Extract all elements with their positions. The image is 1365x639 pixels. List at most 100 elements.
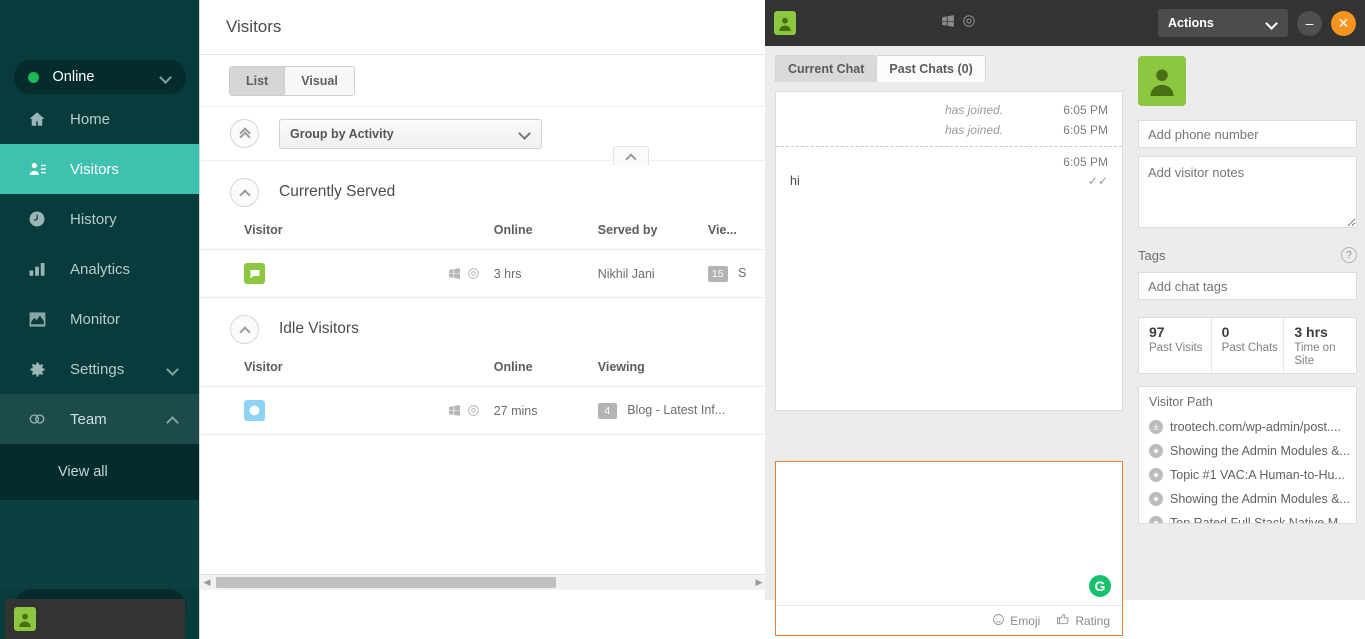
phone-input[interactable] — [1138, 120, 1357, 148]
tags-input[interactable] — [1138, 272, 1357, 300]
sidebar-item-history[interactable]: History — [0, 194, 199, 244]
system-message: has joined. 6:05 PM — [776, 120, 1122, 140]
sidebar-item-label: Monitor — [70, 310, 121, 328]
sidebar-item-settings[interactable]: Settings — [0, 344, 199, 394]
help-icon[interactable]: ? — [1341, 247, 1357, 263]
visitor-online-time: 3 hrs — [493, 249, 598, 298]
dot-icon — [1149, 516, 1163, 523]
stat-value: 0 — [1221, 324, 1230, 340]
stat-label: Past Visits — [1149, 342, 1203, 354]
monitor-icon — [26, 308, 48, 330]
section-header-idle-visitors: Idle Visitors — [200, 298, 765, 360]
download-arrow-icon — [1149, 420, 1163, 434]
rating-label: Rating — [1075, 613, 1110, 628]
clock-icon — [244, 400, 265, 421]
section-toggle-button[interactable] — [230, 177, 259, 207]
browser-icon — [962, 14, 976, 33]
status-online-dot — [27, 71, 39, 83]
sidebar: Online Home Visitors History Analytics M… — [0, 0, 199, 639]
column-header-online: Online — [493, 223, 598, 250]
sidebar-item-analytics[interactable]: Analytics — [0, 244, 199, 294]
group-by-row: Group by Activity — [200, 107, 765, 165]
chevron-down-icon — [520, 128, 531, 139]
minimize-icon[interactable]: – — [1297, 10, 1322, 36]
sidebar-item-label: Team — [70, 410, 107, 428]
browser-icon — [467, 404, 480, 420]
app-root: Online Home Visitors History Analytics M… — [0, 0, 1365, 639]
stat-time-on-site: 3 hrs Time on Site — [1283, 318, 1356, 373]
taskbar-chat-item[interactable] — [5, 599, 185, 639]
titlebar-os-icons — [941, 14, 976, 33]
view-toggle: List Visual — [229, 65, 355, 96]
bar-chart-icon — [26, 258, 48, 280]
dot-icon — [1149, 492, 1163, 506]
chat-window: Actions – ✕ Current Chat Past Chats (0) … — [765, 0, 1365, 636]
list-item-label: Topic #1 VAC:A Human-to-Hu... — [1170, 468, 1345, 482]
tab-current-chat[interactable]: Current Chat — [775, 55, 878, 82]
chat-titlebar: Actions – ✕ — [765, 0, 1365, 46]
sidebar-subnav-team: View all — [0, 444, 199, 500]
list-item[interactable]: Showing the Admin Modules &... — [1149, 487, 1356, 511]
visitor-info-panel: Tags ? 97 Past Visits 0 Past Chats 3 hrs — [1130, 46, 1365, 600]
table-row[interactable]: 27 mins 4 Blog - Latest Inf... - — [200, 386, 765, 435]
horizontal-scrollbar[interactable]: ◀ ▶ — [200, 574, 765, 590]
stat-value: 3 hrs — [1294, 324, 1328, 340]
double-chevron-up-icon — [239, 128, 251, 140]
list-item[interactable]: Showing the Admin Modules &... — [1149, 439, 1356, 463]
windows-icon — [448, 404, 461, 420]
column-header-visitor: Visitor — [200, 360, 494, 387]
chevron-down-icon — [168, 364, 179, 375]
system-message-text: has joined. — [944, 103, 1003, 117]
status-label: Online — [52, 69, 95, 85]
chat-bubble-icon — [244, 263, 265, 284]
list-item[interactable]: Topic #1 VAC:A Human-to-Hu... — [1149, 463, 1356, 487]
section-header-currently-served: Currently Served — [200, 161, 765, 223]
sidebar-item-team[interactable]: Team — [0, 394, 199, 444]
group-by-select[interactable]: Group by Activity — [279, 118, 542, 149]
chat-tabs: Current Chat Past Chats (0) — [765, 46, 1130, 82]
scrollbar-thumb[interactable] — [216, 577, 556, 588]
table-header-row: Visitor Online Viewing Referrer — [200, 360, 765, 387]
system-message-time: 6:05 PM — [1063, 123, 1108, 137]
tab-visual[interactable]: Visual — [284, 66, 354, 95]
visitor-notes-input[interactable] — [1138, 156, 1357, 228]
collapse-all-button[interactable] — [230, 119, 259, 148]
sidebar-item-home[interactable]: Home — [0, 94, 199, 144]
panel-collapse-tab[interactable] — [613, 146, 649, 165]
chevron-up-icon — [241, 188, 249, 196]
thumbs-up-icon — [1056, 612, 1070, 629]
visitor-path-list[interactable]: Visitor Path trootech.com/wp-admin/post.… — [1138, 386, 1357, 524]
clock-icon — [26, 208, 48, 230]
grammarly-icon[interactable]: G — [1089, 575, 1111, 597]
chevron-up-icon — [241, 325, 249, 333]
composer-toolbar: Emoji Rating — [776, 605, 1122, 635]
close-icon[interactable]: ✕ — [1331, 10, 1356, 36]
rating-button[interactable]: Rating — [1056, 612, 1110, 629]
emoji-button[interactable]: Emoji — [992, 613, 1040, 629]
sidebar-item-monitor[interactable]: Monitor — [0, 294, 199, 344]
status-selector[interactable]: Online — [13, 60, 186, 94]
sidebar-item-visitors[interactable]: Visitors — [0, 144, 199, 194]
chevron-down-icon — [1267, 18, 1278, 29]
column-header-served-by: Served by — [597, 223, 708, 250]
list-item-label: trootech.com/wp-admin/post.... — [1170, 420, 1341, 434]
message-input[interactable]: G — [776, 462, 1122, 605]
stat-past-visits: 97 Past Visits — [1139, 318, 1211, 373]
sidebar-item-label: Visitors — [70, 160, 119, 178]
list-item[interactable]: trootech.com/wp-admin/post.... — [1149, 415, 1356, 439]
tab-list[interactable]: List — [230, 66, 285, 95]
sidebar-spacer — [0, 500, 199, 589]
chat-composer[interactable]: G Emoji Rating — [775, 461, 1123, 636]
visitor-stats: 97 Past Visits 0 Past Chats 3 hrs Time o… — [1138, 317, 1357, 374]
message-text: hi — [790, 174, 800, 188]
sidebar-subitem-view-all[interactable]: View all — [0, 444, 199, 500]
table-row[interactable]: 3 hrs Nikhil Jani 15 S trootec — [200, 249, 765, 298]
section-toggle-button[interactable] — [230, 314, 259, 344]
actions-dropdown[interactable]: Actions — [1158, 9, 1288, 37]
scroll-right-arrow[interactable]: ▶ — [752, 577, 765, 588]
scroll-left-arrow[interactable]: ◀ — [200, 577, 214, 588]
tab-past-chats[interactable]: Past Chats (0) — [876, 55, 986, 82]
visitor-online-time: 27 mins — [493, 386, 598, 435]
page-title: Visitors — [226, 17, 282, 36]
list-item[interactable]: Top Rated Full Stack Native M... — [1149, 511, 1356, 523]
